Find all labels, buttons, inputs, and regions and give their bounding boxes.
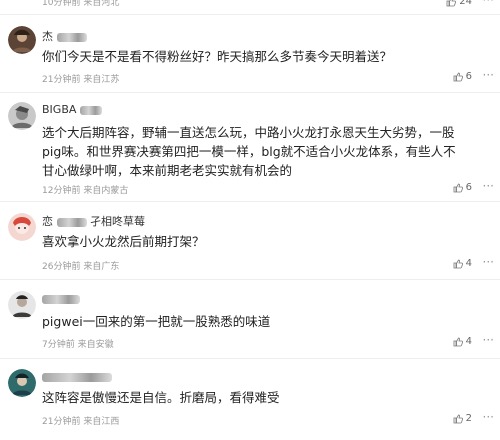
comment-meta: 26分钟前 来自广东 xyxy=(42,262,120,272)
separator xyxy=(0,358,500,359)
blurred-name xyxy=(56,217,87,227)
comment-text: 你们今天是不是看不得粉丝好？昨天搞那么多节奏今天明着送？ xyxy=(42,49,393,64)
thumbs-up-icon xyxy=(453,183,463,193)
blurred-name xyxy=(42,294,80,304)
avatar[interactable] xyxy=(8,369,36,397)
more-dots-icon[interactable]: ··· xyxy=(483,180,494,192)
username[interactable]: 恋 孑相咚草莓 xyxy=(42,213,145,229)
blurred-name xyxy=(79,105,102,115)
separator xyxy=(0,279,500,280)
comment-text: pigwei一回来的第一把就一股熟悉的味道 xyxy=(42,314,271,329)
more-dots-icon[interactable]: ··· xyxy=(483,334,494,346)
like-button[interactable]: 4 xyxy=(453,258,472,269)
comment-text: 选个大后期阵容，野辅一直送怎么玩，中路小火龙打永恩天生大劣势，一股pig味。和世… xyxy=(42,125,456,178)
blurred-name xyxy=(42,372,112,382)
avatar[interactable] xyxy=(8,102,36,130)
more-dots-icon[interactable]: ··· xyxy=(483,411,494,423)
like-count: 4 xyxy=(465,258,472,269)
username[interactable]: 杰 xyxy=(42,28,87,44)
thumbs-up-icon xyxy=(453,259,463,269)
like-count: 4 xyxy=(465,336,472,347)
comment-meta: 21分钟前 来自江西 xyxy=(42,417,120,427)
like-count: 6 xyxy=(465,182,472,193)
comment-meta: 21分钟前 来自江苏 xyxy=(42,75,120,85)
like-count: 2 xyxy=(465,413,472,424)
like-button[interactable]: 4 xyxy=(453,336,472,347)
separator xyxy=(0,92,500,93)
username[interactable] xyxy=(42,370,112,383)
more-dots-icon[interactable]: ··· xyxy=(483,0,494,6)
thumbs-up-icon xyxy=(446,0,457,7)
avatar[interactable] xyxy=(8,213,36,241)
comment-text: 这阵容是傲慢还是自信。折磨局，看得难受 xyxy=(42,390,280,405)
like-button[interactable]: 2 xyxy=(453,413,472,424)
more-dots-icon[interactable]: ··· xyxy=(483,69,494,81)
thumbs-up-icon xyxy=(453,414,463,424)
avatar[interactable] xyxy=(8,26,36,54)
comment-meta: 7分钟前 来自安徽 xyxy=(42,340,114,350)
thumbs-up-icon xyxy=(453,72,463,82)
blurred-name xyxy=(56,32,87,42)
like-count: 6 xyxy=(465,71,472,82)
like-button[interactable]: 6 xyxy=(453,71,472,82)
previous-comment-fragment: 10分钟前 来自河北 24 ··· xyxy=(0,0,500,14)
comment-meta: 12分钟前 来自内蒙古 xyxy=(42,186,129,196)
separator xyxy=(0,201,500,202)
comment-meta: 10分钟前 来自河北 xyxy=(42,0,120,8)
username[interactable] xyxy=(42,292,80,305)
comment-text: 喜欢拿小火龙然后前期打架？ xyxy=(42,234,205,249)
like-count: 24 xyxy=(459,0,472,7)
like-button[interactable]: 6 xyxy=(453,182,472,193)
avatar[interactable] xyxy=(8,291,36,319)
thumbs-up-icon xyxy=(453,337,463,347)
like-button[interactable]: 24 xyxy=(446,0,472,7)
separator xyxy=(0,14,500,15)
more-dots-icon[interactable]: ··· xyxy=(483,256,494,268)
username[interactable]: BIGBA xyxy=(42,103,102,116)
